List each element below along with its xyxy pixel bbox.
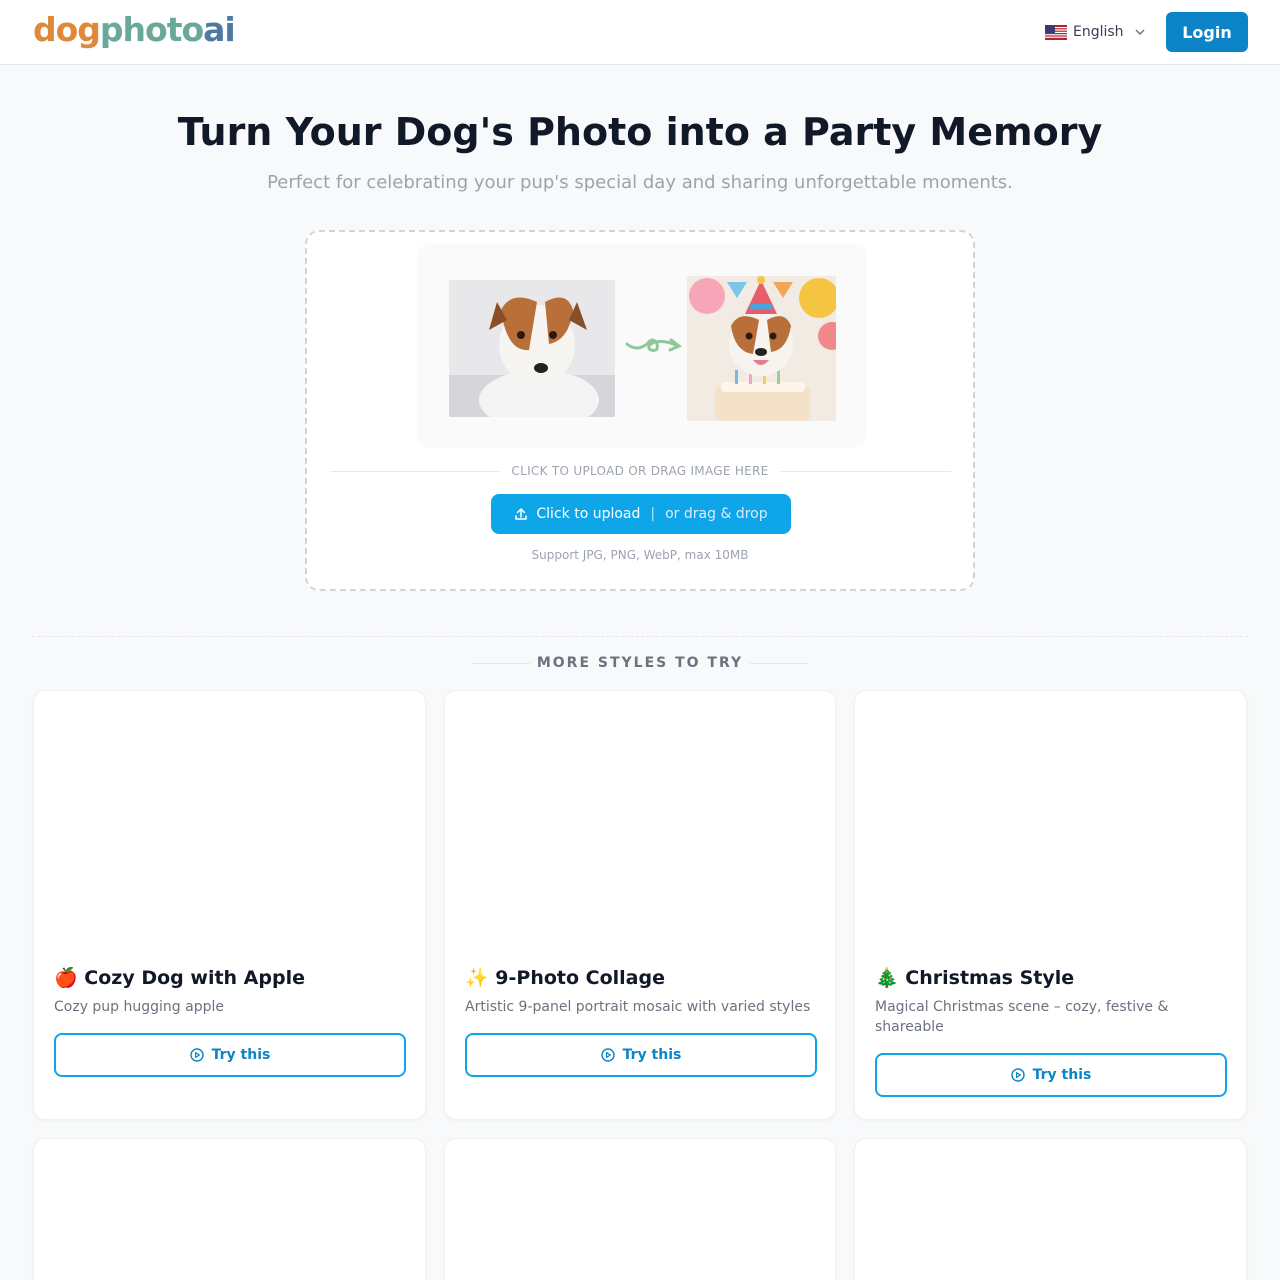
dog-photo-before xyxy=(449,280,615,417)
play-circle-icon xyxy=(189,1048,204,1062)
section-title: MORE STYLES TO TRY xyxy=(536,655,744,671)
upload-dropzone[interactable]: CLICK TO UPLOAD OR DRAG IMAGE HERE Click… xyxy=(305,230,975,591)
logo-part-dog: dog xyxy=(33,10,101,49)
chevron-down-icon xyxy=(1135,29,1145,36)
play-circle-icon xyxy=(1010,1068,1025,1082)
login-button[interactable]: Login xyxy=(1166,12,1248,52)
example-preview xyxy=(417,244,867,448)
supported-formats: Support JPG, PNG, WebP, max 10MB xyxy=(531,548,749,562)
card-description: Magical Christmas scene – cozy, festive … xyxy=(875,999,1169,1035)
section-divider xyxy=(32,636,1248,637)
style-card[interactable]: 🍎 Cozy Dog with Apple Cozy pup hugging a… xyxy=(33,690,426,1120)
sparkles-icon: ✨ xyxy=(465,967,489,989)
logo-part-photo: photo xyxy=(99,10,204,49)
card-description: Artistic 9-panel portrait mosaic with va… xyxy=(465,999,811,1015)
drag-drop-label: or drag & drop xyxy=(665,506,768,522)
site-header: dogphotoai English Login xyxy=(0,0,1280,65)
try-this-button[interactable]: Try this xyxy=(875,1053,1227,1097)
card-title: ✨ 9-Photo Collage xyxy=(465,967,665,989)
apple-icon: 🍎 xyxy=(54,967,78,989)
upload-button-separator: | xyxy=(650,506,656,522)
try-this-button[interactable]: Try this xyxy=(54,1033,406,1077)
page-title: Turn Your Dog's Photo into a Party Memor… xyxy=(177,110,1103,154)
style-card[interactable]: 🎄 Christmas Style Magical Christmas scen… xyxy=(854,690,1247,1120)
logo-part-ai: ai xyxy=(203,10,236,49)
style-card[interactable]: ✨ 9-Photo Collage Artistic 9-panel portr… xyxy=(444,690,836,1120)
card-title: 🎄 Christmas Style xyxy=(875,967,1075,989)
language-selector[interactable]: English xyxy=(1045,20,1146,44)
transform-arrow-icon xyxy=(625,338,682,352)
card-title: 🍎 Cozy Dog with Apple xyxy=(54,967,305,989)
upload-button-label: Click to upload xyxy=(536,506,641,522)
logo[interactable]: dogphotoai xyxy=(33,10,236,50)
style-card[interactable] xyxy=(33,1138,426,1280)
upload-button[interactable]: Click to upload | or drag & drop xyxy=(491,494,791,534)
play-circle-icon xyxy=(600,1048,615,1062)
upload-icon xyxy=(515,508,528,520)
us-flag-icon xyxy=(1045,24,1067,40)
language-label: English xyxy=(1073,24,1124,40)
page-subtitle: Perfect for celebrating your pup's speci… xyxy=(267,172,1013,193)
style-card[interactable] xyxy=(444,1138,836,1280)
dog-photo-after xyxy=(687,276,836,421)
upload-hint: CLICK TO UPLOAD OR DRAG IMAGE HERE xyxy=(307,462,973,480)
style-card[interactable] xyxy=(854,1138,1247,1280)
christmas-tree-icon: 🎄 xyxy=(875,967,899,989)
try-this-button[interactable]: Try this xyxy=(465,1033,817,1077)
card-description: Cozy pup hugging apple xyxy=(54,999,224,1015)
